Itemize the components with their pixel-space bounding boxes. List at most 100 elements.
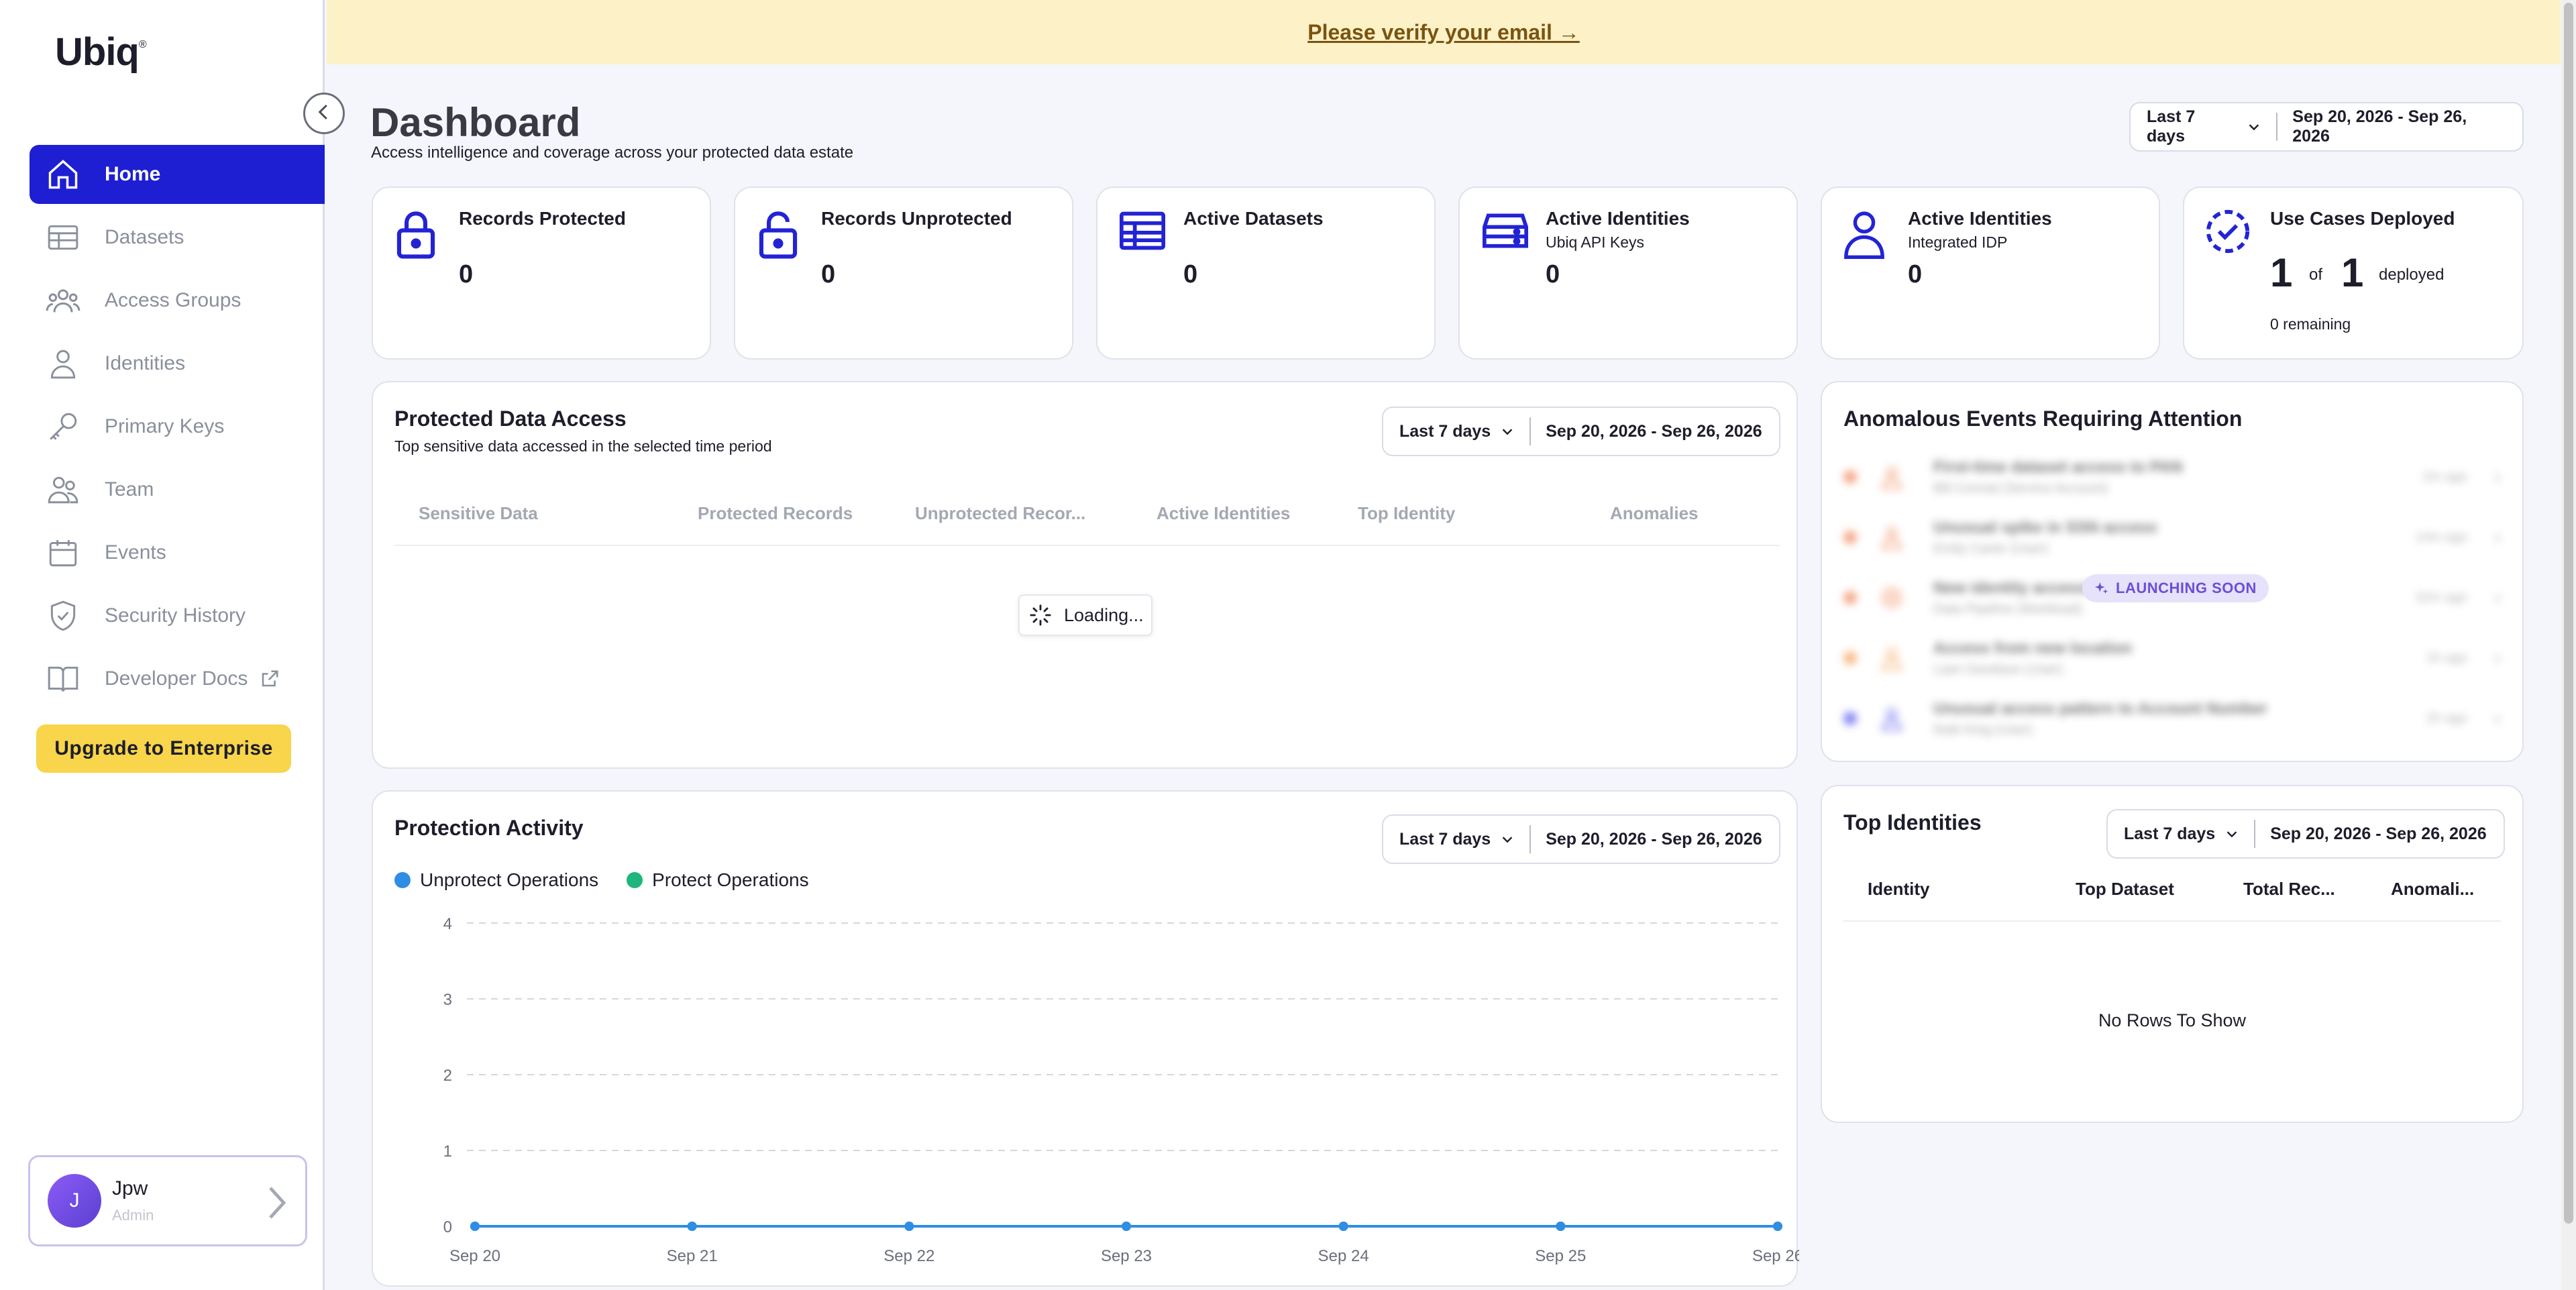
user-profile-card[interactable]: J Jpw Admin — [28, 1155, 307, 1246]
chevron-right-icon: › — [2494, 647, 2501, 669]
sidebar-item-identities[interactable]: Identities — [30, 334, 325, 393]
page-title: Dashboard — [370, 100, 581, 145]
stat-title: Use Cases Deployed — [2270, 208, 2455, 229]
user-name: Jpw — [112, 1177, 148, 1199]
y-tick-label: 1 — [443, 1142, 452, 1161]
use-cases-total-count: 1 — [2341, 250, 2364, 295]
list-item[interactable]: Unusual access pattern to Account Number… — [1843, 688, 2508, 749]
top-identities-date-range[interactable]: Last 7 days Sep 20, 2026 - Sep 26, 2026 — [2106, 809, 2505, 859]
calendar-icon — [44, 534, 82, 572]
person-icon — [1877, 704, 1907, 733]
y-tick-label: 2 — [443, 1067, 452, 1085]
collapse-sidebar-button[interactable] — [303, 93, 345, 134]
top-identities-card: Top Identities Last 7 days Sep 20, 2026 … — [1821, 785, 2524, 1123]
x-tick-label: Sep 21 — [667, 1247, 718, 1265]
chevron-right-icon — [264, 1185, 290, 1224]
protected-access-date-range[interactable]: Last 7 days Sep 20, 2026 - Sep 26, 2026 — [1382, 407, 1780, 456]
chevron-right-icon: › — [2494, 707, 2501, 729]
chevron-right-icon: › — [2494, 526, 2501, 548]
chevron-down-icon — [2226, 831, 2237, 838]
unlock-icon — [755, 208, 801, 264]
stat-subtitle: Ubiq API Keys — [1546, 233, 1645, 251]
y-tick-label: 0 — [443, 1218, 452, 1236]
verify-email-banner: Please verify your email → — [327, 0, 2561, 64]
scrollbar-thumb[interactable] — [2564, 3, 2573, 1224]
anomaly-title: First-time dataset access to PAN — [1933, 458, 2183, 476]
x-tick-label: Sep 24 — [1318, 1247, 1369, 1265]
card-title: Top Identities — [1843, 810, 1982, 835]
avatar: J — [48, 1174, 101, 1228]
sparkle-icon — [2094, 582, 2108, 594]
shield-check-icon — [44, 597, 82, 635]
sidebar-item-primary-keys[interactable]: Primary Keys — [30, 397, 325, 456]
column-header[interactable]: Anomalies — [1610, 503, 1699, 524]
dashboard-date-range[interactable]: Last 7 days Sep 20, 2026 - Sep 26, 2026 — [2129, 102, 2524, 152]
column-header[interactable]: Sensitive Data — [419, 503, 538, 524]
sidebar-item-datasets[interactable]: Datasets — [30, 208, 325, 267]
data-point — [687, 1222, 697, 1231]
range-dates[interactable]: Sep 20, 2026 - Sep 26, 2026 — [2277, 107, 2522, 146]
sidebar-item-label: Datasets — [105, 226, 184, 248]
chevron-down-icon — [2249, 124, 2259, 131]
sidebar-item-developer-docs[interactable]: Developer Docs — [30, 649, 325, 708]
gear-icon — [1877, 583, 1907, 612]
empty-state: No Rows To Show — [2098, 1010, 2247, 1030]
sidebar-item-home[interactable]: Home — [30, 145, 325, 204]
anomaly-title: Access from new location — [1933, 639, 2133, 657]
sidebar-item-access-groups[interactable]: Access Groups — [30, 271, 325, 330]
protected-data-access-card: Protected Data Access Top sensitive data… — [372, 381, 1798, 769]
ubiq-logo[interactable]: Ubiq® — [55, 30, 147, 74]
verify-email-link[interactable]: Please verify your email → — [1307, 20, 1580, 45]
range-preset-select[interactable]: Last 7 days — [1383, 417, 1532, 445]
column-header[interactable]: Total Rec... — [2243, 879, 2335, 900]
page-subtitle: Access intelligence and coverage across … — [371, 144, 854, 162]
column-header[interactable]: Unprotected Recor... — [915, 503, 1085, 524]
loading-indicator: Loading... — [1018, 594, 1152, 636]
person-icon — [1877, 462, 1907, 492]
range-dates[interactable]: Sep 20, 2026 - Sep 26, 2026 — [1531, 422, 1776, 441]
column-header[interactable]: Anomali... — [2391, 879, 2474, 900]
sidebar-item-label: Developer Docs — [105, 667, 248, 690]
data-point — [1556, 1222, 1566, 1231]
sidebar-item-label: Security History — [105, 604, 246, 627]
stat-title: Active Identities — [1908, 208, 2052, 229]
sidebar-item-team[interactable]: Team — [30, 460, 325, 519]
y-tick-label: 4 — [443, 915, 452, 933]
list-item[interactable]: First-time dataset access to PAN Bill Con… — [1843, 447, 2508, 507]
range-preset-select[interactable]: Last 7 days — [2108, 820, 2256, 848]
anomaly-time: 1h ago — [2426, 650, 2467, 665]
anomaly-time: 2m ago — [2422, 469, 2467, 484]
sidebar-item-security-history[interactable]: Security History — [30, 586, 325, 645]
page-scrollbar[interactable] — [2561, 0, 2576, 1290]
chevron-right-icon: › — [2494, 586, 2501, 608]
data-point — [1122, 1222, 1131, 1231]
protection-activity-card: Protection Activity Last 7 days Sep 20, … — [372, 790, 1799, 1287]
anomaly-title: Unusual access pattern to Account Number — [1933, 699, 2267, 718]
column-header[interactable]: Active Identities — [1157, 503, 1290, 524]
stat-value: 0 — [821, 260, 836, 288]
spinner-icon — [1030, 604, 1051, 626]
stat-card-active-identities-api: Active Identities Ubiq API Keys 0 — [1458, 186, 1798, 360]
list-item[interactable]: Unusual spike in SSN access Emily Carter … — [1843, 507, 2508, 568]
upgrade-to-enterprise-button[interactable]: Upgrade to Enterprise — [36, 724, 291, 773]
column-header[interactable]: Protected Records — [698, 503, 853, 524]
x-tick-label: Sep 23 — [1101, 1247, 1152, 1265]
range-dates[interactable]: Sep 20, 2026 - Sep 26, 2026 — [2255, 824, 2501, 844]
sidebar-item-label: Team — [105, 478, 154, 500]
list-item[interactable]: Access from new location Liam Davidson (U… — [1843, 628, 2508, 688]
use-cases-of-label: of — [2309, 266, 2323, 284]
table-icon — [44, 219, 82, 256]
stat-card-active-identities-idp: Active Identities Integrated IDP 0 — [1821, 186, 2160, 360]
range-preset-select[interactable]: Last 7 days — [2131, 107, 2278, 146]
column-header[interactable]: Top Dataset — [2076, 879, 2174, 900]
anomaly-title: Unusual spike in SSN access — [1933, 518, 2157, 537]
column-header[interactable]: Top Identity — [1358, 503, 1455, 524]
x-tick-label: Sep 25 — [1535, 1247, 1586, 1265]
header-divider — [1843, 920, 2501, 922]
sidebar-item-label: Home — [105, 163, 161, 185]
column-header[interactable]: Identity — [1868, 879, 1929, 900]
card-title: Anomalous Events Requiring Attention — [1843, 407, 2243, 431]
sidebar-item-events[interactable]: Events — [30, 523, 325, 582]
anomaly-time: 14m ago — [2415, 529, 2467, 545]
anomaly-identity: Data Pipeline (Workload) — [1933, 601, 2082, 616]
